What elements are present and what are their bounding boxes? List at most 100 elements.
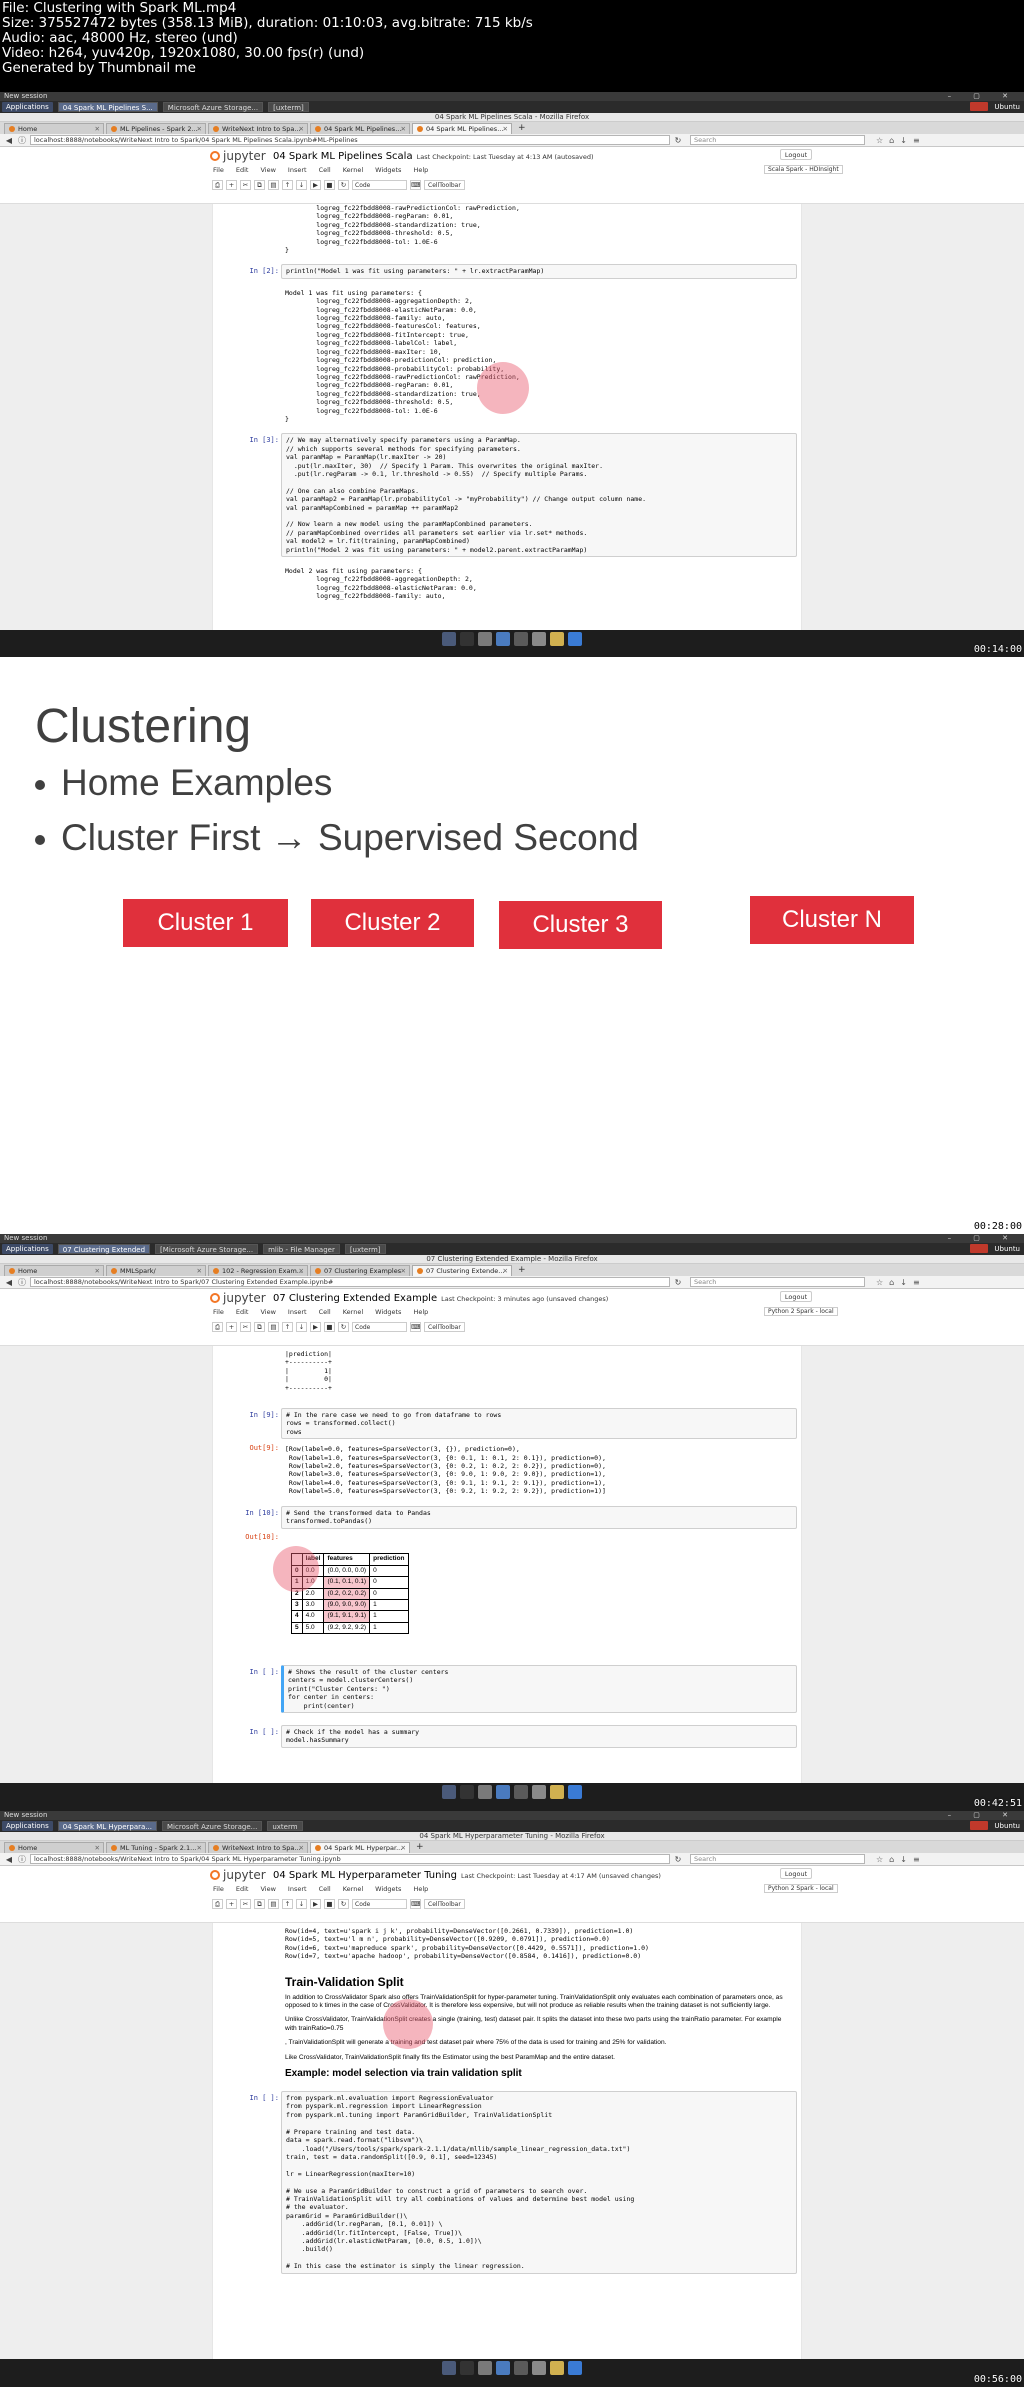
run-icon[interactable]: ▶ xyxy=(310,1322,321,1332)
code-cell[interactable]: In [2]: println("Model 1 was fit using p… xyxy=(217,264,797,425)
cell-input[interactable]: println("Model 1 was fit using parameter… xyxy=(281,264,797,279)
dock-app-icon[interactable] xyxy=(478,2361,492,2375)
menu-cell[interactable]: Cell xyxy=(319,1308,331,1316)
browser-tab-active[interactable]: 04 Spark ML Hyperpar... ✕ xyxy=(310,1842,410,1853)
applications-menu[interactable]: Applications xyxy=(2,1821,53,1831)
new-tab-icon[interactable]: + xyxy=(514,123,530,134)
stop-icon[interactable]: ■ xyxy=(324,180,335,190)
menu-view[interactable]: View xyxy=(260,166,275,174)
terminal-icon[interactable] xyxy=(460,632,474,646)
logout-button[interactable]: Logout xyxy=(780,1291,812,1302)
code-cell[interactable]: In [10]: # Send the transformed data to … xyxy=(217,1505,797,1655)
back-icon[interactable]: ◀ xyxy=(4,136,14,145)
browser-tab[interactable]: 07 Clustering Examples ✕ xyxy=(310,1265,410,1276)
cell-input[interactable]: # Send the transformed data to Pandas tr… xyxy=(281,1505,797,1529)
download-icon[interactable]: ↓ xyxy=(900,1855,907,1864)
new-tab-icon[interactable]: + xyxy=(514,1265,530,1276)
browser-tab[interactable]: Home ✕ xyxy=(4,1842,104,1853)
menu-kernel[interactable]: Kernel xyxy=(343,1885,363,1893)
celltoolbar-button[interactable]: CellToolbar xyxy=(424,1322,465,1332)
close-tab-icon[interactable]: ✕ xyxy=(95,1266,100,1276)
menu-kernel[interactable]: Kernel xyxy=(343,166,363,174)
cut-icon[interactable]: ✂ xyxy=(240,1899,251,1909)
paste-icon[interactable]: ▤ xyxy=(268,1322,279,1332)
back-icon[interactable]: ◀ xyxy=(4,1855,14,1864)
search-input[interactable]: Search xyxy=(690,1854,865,1864)
save-icon[interactable]: ⎙ xyxy=(212,1899,223,1909)
dock-app-icon[interactable] xyxy=(442,632,456,646)
taskbar-item[interactable]: [uxterm] xyxy=(268,102,309,112)
menu-insert[interactable]: Insert xyxy=(288,166,307,174)
jupyter-logo[interactable]: jupyter xyxy=(210,1868,266,1882)
notebook-title[interactable]: 07 Clustering Extended Example Last Check… xyxy=(273,1293,608,1304)
taskbar-item[interactable]: Microsoft Azure Storage... xyxy=(162,1821,263,1831)
browser-icon[interactable] xyxy=(496,1785,510,1799)
add-cell-icon[interactable]: + xyxy=(226,1899,237,1909)
close-tab-icon[interactable]: ✕ xyxy=(401,124,406,134)
menu-edit[interactable]: Edit xyxy=(236,1308,249,1316)
paste-icon[interactable]: ▤ xyxy=(268,180,279,190)
menu-help[interactable]: Help xyxy=(413,1308,428,1316)
menu-kernel[interactable]: Kernel xyxy=(343,1308,363,1316)
applications-menu[interactable]: Applications xyxy=(2,1244,53,1254)
url-bar[interactable]: localhost:8888/notebooks/WriteNext Intro… xyxy=(30,135,670,145)
info-icon[interactable]: ⓘ xyxy=(17,1854,27,1865)
restart-icon[interactable]: ↻ xyxy=(338,1899,349,1909)
browser-tab[interactable]: MMLSpark/✕ xyxy=(106,1265,206,1276)
keyboard-icon[interactable]: ⌨ xyxy=(410,1322,421,1332)
run-icon[interactable]: ▶ xyxy=(310,180,321,190)
cell-type-select[interactable]: Code xyxy=(352,1899,407,1909)
close-tab-icon[interactable]: ✕ xyxy=(299,1266,304,1276)
menu-insert[interactable]: Insert xyxy=(288,1885,307,1893)
move-up-icon[interactable]: ↑ xyxy=(282,1322,293,1332)
taskbar-item[interactable]: 04 Spark ML Pipelines S... xyxy=(57,102,158,112)
new-tab-icon[interactable]: + xyxy=(412,1842,428,1853)
taskbar-item[interactable]: 07 Clustering Extended xyxy=(57,1244,151,1254)
star-icon[interactable]: ☆ xyxy=(876,1855,883,1864)
code-cell[interactable]: In [9]: # In the rare case we need to go… xyxy=(217,1408,797,1498)
cell-input[interactable]: # Check if the model has a summary model… xyxy=(281,1725,797,1748)
taskbar-item[interactable]: mlib - File Manager xyxy=(263,1244,340,1254)
copy-icon[interactable]: ⧉ xyxy=(254,180,265,190)
url-bar[interactable]: localhost:8888/notebooks/WriteNext Intro… xyxy=(30,1277,670,1287)
stop-icon[interactable]: ■ xyxy=(324,1899,335,1909)
home-icon[interactable]: ⌂ xyxy=(889,1278,894,1287)
menu-file[interactable]: File xyxy=(213,166,224,174)
taskbar-item[interactable]: [Microsoft Azure Storage... xyxy=(155,1244,259,1254)
menu-view[interactable]: View xyxy=(260,1885,275,1893)
move-up-icon[interactable]: ↑ xyxy=(282,1899,293,1909)
close-tab-icon[interactable]: ✕ xyxy=(299,124,304,134)
code-cell[interactable]: In [ ]: # Check if the model has a summa… xyxy=(217,1725,797,1748)
dock-app-icon[interactable] xyxy=(532,632,546,646)
dock-app-icon[interactable] xyxy=(532,1785,546,1799)
markdown-cell[interactable]: Train-Validation Split In addition to Cr… xyxy=(217,1969,797,2085)
close-tab-icon[interactable]: ✕ xyxy=(401,1266,406,1276)
help-icon[interactable] xyxy=(568,632,582,646)
search-input[interactable]: Search xyxy=(690,1277,865,1287)
search-icon[interactable] xyxy=(514,2361,528,2375)
close-tab-icon[interactable]: ✕ xyxy=(95,1843,100,1853)
browser-icon[interactable] xyxy=(496,632,510,646)
celltoolbar-button[interactable]: CellToolbar xyxy=(424,1899,465,1909)
menu-file[interactable]: File xyxy=(213,1308,224,1316)
copy-icon[interactable]: ⧉ xyxy=(254,1899,265,1909)
reload-icon[interactable]: ↻ xyxy=(673,1278,683,1287)
copy-icon[interactable]: ⧉ xyxy=(254,1322,265,1332)
browser-tab[interactable]: Home ✕ xyxy=(4,1265,104,1276)
move-down-icon[interactable]: ↓ xyxy=(296,1322,307,1332)
code-cell[interactable]: In [ ]: from pyspark.ml.evaluation impor… xyxy=(217,2091,797,2274)
menu-icon[interactable]: ≡ xyxy=(913,136,920,145)
cell-input[interactable]: # In the rare case we need to go from da… xyxy=(281,1408,797,1440)
run-icon[interactable]: ▶ xyxy=(310,1899,321,1909)
browser-tab[interactable]: WriteNext Intro to Spa... ✕ xyxy=(208,1842,308,1853)
close-tab-icon[interactable]: ✕ xyxy=(95,124,100,134)
search-input[interactable]: Search xyxy=(690,135,865,145)
search-icon[interactable] xyxy=(514,1785,528,1799)
logout-button[interactable]: Logout xyxy=(780,149,812,160)
menu-widgets[interactable]: Widgets xyxy=(375,1308,401,1316)
menu-view[interactable]: View xyxy=(260,1308,275,1316)
notebook-title[interactable]: 04 Spark ML Pipelines Scala Last Checkpoi… xyxy=(273,151,594,162)
browser-tab[interactable]: ML Pipelines - Spark 2... ✕ xyxy=(106,123,206,134)
browser-tab-active[interactable]: 04 Spark ML Pipelines... ✕ xyxy=(412,123,512,134)
close-tab-icon[interactable]: ✕ xyxy=(503,124,508,134)
